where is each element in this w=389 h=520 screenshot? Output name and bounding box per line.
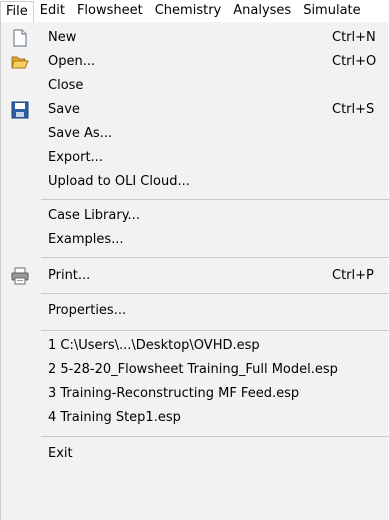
- recent-file-item[interactable]: 2 5-28-20_Flowsheet Training_Full Model.…: [1, 358, 389, 382]
- menu-item-save-as[interactable]: Save As...: [1, 122, 389, 146]
- menu-item-label: Open...: [48, 54, 96, 69]
- menu-item-label: Examples...: [48, 232, 124, 247]
- menu-item-label: Save As...: [48, 126, 113, 141]
- recent-file-label: 4 Training Step1.esp: [48, 410, 181, 425]
- menu-chemistry[interactable]: Chemistry: [149, 1, 228, 21]
- menu-item-label: Export...: [48, 150, 103, 165]
- menu-item-label: Properties...: [48, 303, 127, 318]
- recent-file-item[interactable]: 4 Training Step1.esp: [1, 406, 389, 430]
- menu-item-case-library[interactable]: Case Library...: [1, 204, 389, 228]
- menu-item-label: Close: [48, 78, 84, 93]
- printer-icon: [11, 267, 29, 285]
- recent-file-item[interactable]: 3 Training-Reconstructing MF Feed.esp: [1, 382, 389, 406]
- menu-item-label: Save: [48, 102, 80, 117]
- menu-item-new[interactable]: New Ctrl+N: [1, 26, 389, 50]
- menu-item-close[interactable]: Close: [1, 74, 389, 98]
- recent-file-label: 1 C:\Users\...\Desktop\OVHD.esp: [48, 338, 260, 353]
- menu-separator: [41, 436, 389, 437]
- menu-item-open[interactable]: Open... Ctrl+O: [1, 50, 389, 74]
- recent-file-item[interactable]: 1 C:\Users\...\Desktop\OVHD.esp: [1, 334, 389, 358]
- menu-item-label: Exit: [48, 446, 73, 461]
- floppy-disk-icon: [11, 101, 29, 119]
- file-menu-dropdown: New Ctrl+N Open... Ctrl+O Close Save Ctr…: [0, 22, 389, 520]
- menu-item-print[interactable]: Print... Ctrl+P: [1, 264, 389, 288]
- menu-item-save[interactable]: Save Ctrl+S: [1, 98, 389, 122]
- shortcut-text: Ctrl+P: [332, 268, 374, 283]
- menu-item-properties[interactable]: Properties...: [1, 299, 389, 323]
- recent-file-label: 3 Training-Reconstructing MF Feed.esp: [48, 386, 300, 401]
- menu-edit[interactable]: Edit: [34, 1, 71, 21]
- menu-item-upload-oli-cloud[interactable]: Upload to OLI Cloud...: [1, 170, 389, 194]
- menu-item-exit[interactable]: Exit: [1, 442, 389, 466]
- menu-separator: [41, 199, 389, 200]
- menu-separator: [41, 293, 389, 294]
- menu-simulate[interactable]: Simulate: [297, 1, 366, 21]
- menu-file[interactable]: File: [0, 0, 34, 23]
- folder-open-icon: [11, 53, 29, 71]
- menu-separator: [41, 257, 389, 258]
- menu-item-label: Print...: [48, 268, 91, 283]
- shortcut-text: Ctrl+O: [332, 54, 377, 69]
- menu-item-export[interactable]: Export...: [1, 146, 389, 170]
- menu-bar: File Edit Flowsheet Chemistry Analyses S…: [0, 0, 389, 23]
- shortcut-text: Ctrl+S: [332, 102, 375, 117]
- menu-item-label: Upload to OLI Cloud...: [48, 174, 190, 189]
- menu-item-label: New: [48, 30, 77, 45]
- menu-item-label: Case Library...: [48, 208, 140, 223]
- shortcut-text: Ctrl+N: [332, 30, 376, 45]
- new-document-icon: [11, 29, 29, 47]
- menu-item-examples[interactable]: Examples...: [1, 228, 389, 252]
- menu-analyses[interactable]: Analyses: [227, 1, 297, 21]
- menu-separator: [41, 330, 389, 331]
- recent-file-label: 2 5-28-20_Flowsheet Training_Full Model.…: [48, 362, 338, 377]
- menu-flowsheet[interactable]: Flowsheet: [71, 1, 149, 21]
